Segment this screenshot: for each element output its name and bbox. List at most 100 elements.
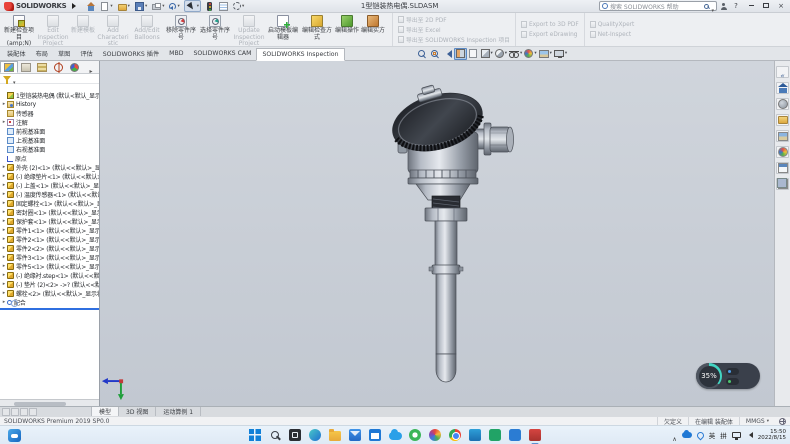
color-wheel-app-icon[interactable] [429,429,442,442]
filter-funnel-icon[interactable] [3,76,11,81]
tray-overflow-chevron-icon[interactable] [672,426,676,444]
new-inspection-project-button[interactable]: 新建检查项目 (amp;N) [2,13,36,46]
tree-root-assembly[interactable]: 1型铠装热电偶 (默认<默认_显示状态-1 [0,91,99,100]
tree-item[interactable]: History [0,100,99,109]
help-search-box[interactable]: 搜索 SOLIDWORKS 帮助 [599,1,717,11]
graphics-viewport[interactable]: 35% [100,61,774,406]
tree-item[interactable]: 前视基准面 [0,127,99,136]
mail-icon[interactable] [349,429,362,442]
doc-tab-motion-study-1[interactable]: 运动算例 1 [156,407,201,416]
tree-item[interactable]: (-) 温度传感器<1> (默认<<默认>_ [0,190,99,199]
tab-scroll-first-button[interactable] [2,408,10,416]
app-blue-w-icon[interactable] [509,429,522,442]
options-icon[interactable] [232,0,245,12]
update-inspection-project-button[interactable]: Update Inspection Project [232,13,266,46]
file-explorer-icon[interactable] [329,429,342,442]
taskpane-design-library-tab[interactable] [776,98,789,110]
new-document-icon[interactable] [99,0,113,12]
zoom-fit-button[interactable] [415,48,428,60]
select-icon[interactable] [184,0,201,12]
dynamic-annotation-button[interactable] [467,48,480,60]
home-icon[interactable] [85,0,96,12]
doc-tab-3d-views[interactable]: 3D 视图 [119,407,156,416]
tab-addins[interactable]: SOLIDWORKS 插件 [98,47,164,60]
ime-language-indicator[interactable]: 英 [709,430,716,440]
globe-status-icon[interactable] [779,418,786,425]
taskpane-appearances-tab[interactable] [776,146,789,158]
tree-item[interactable]: 外壳 (2)<1> (默认<<默认>_显示状 [0,163,99,172]
display-style-button[interactable] [494,48,508,60]
edit-appearance-button[interactable] [523,48,537,60]
units-selector[interactable]: MMGS [739,417,775,425]
open-icon[interactable] [117,0,131,12]
app-blue-book-icon[interactable] [469,429,482,442]
view-settings-button[interactable] [553,48,568,60]
onedrive-tray-icon[interactable] [682,432,692,438]
edit-operation-button[interactable]: 编辑操作 [334,13,360,46]
task-view-icon[interactable] [289,429,302,442]
tree-item[interactable]: (-) 垫片 (2)<2> ->? (默认<<默认> [0,280,99,289]
ime-mode-indicator[interactable]: 拼 [720,430,727,440]
edit-inspection-method-button[interactable]: 编辑检查方式 [300,13,334,46]
tab-mbd[interactable]: MBD [164,47,188,60]
taskpane-collapse-button[interactable] [776,66,789,78]
tree-item-mates[interactable]: 配合 [0,298,99,307]
select-balloons-button[interactable]: 选择零件序号 [198,13,232,46]
edge-icon[interactable] [309,429,322,442]
rollback-bar[interactable] [0,308,99,310]
model-thermocouple[interactable] [388,82,518,387]
menu-flyout-icon[interactable] [72,3,79,9]
tree-item[interactable]: (-) 上盖<1> (默认<<默认>_显示状 [0,181,99,190]
app-green-s-icon[interactable] [489,429,502,442]
taskpane-forum-tab[interactable] [776,178,789,190]
net-inspect-button[interactable]: Net-Inspect [590,30,635,39]
location-icon[interactable] [695,430,705,440]
save-icon[interactable] [134,0,148,12]
displaymanager-tab[interactable] [67,61,83,73]
tab-scroll-prev-button[interactable] [11,408,19,416]
section-view-button[interactable] [454,48,467,60]
qualityxpert-button[interactable]: QualityXpert [590,20,635,29]
dimxpertmanager-tab[interactable] [51,61,67,73]
search-taskbar-icon[interactable] [269,429,282,442]
rebuild-icon[interactable] [204,0,215,12]
export-3d-pdf-button[interactable]: Export to 3D PDF [521,20,579,29]
store-icon[interactable] [369,429,382,442]
export-edrawing-button[interactable]: Export eDrawing [521,30,579,39]
taskpane-resources-tab[interactable] [776,82,789,94]
tree-item[interactable]: 固定螺栓<1> (默认<<默认>_显示 [0,199,99,208]
tab-sketch[interactable]: 草图 [53,47,75,60]
panel-horizontal-scrollbar[interactable] [0,399,99,406]
configurationmanager-tab[interactable] [34,61,50,73]
propertymanager-tab[interactable] [18,61,34,73]
tab-evaluate[interactable]: 评估 [75,47,97,60]
edit-vendor-button[interactable]: 编辑实方 [360,13,386,46]
tab-scroll-next-button[interactable] [20,408,28,416]
minimize-button[interactable] [745,0,757,13]
start-button[interactable] [249,429,262,442]
tree-item[interactable]: 零件2<2> (默认<<默认>_显示状 [0,244,99,253]
tab-layout[interactable]: 布局 [31,47,53,60]
help-button[interactable]: ? [730,0,742,13]
doc-tab-model[interactable]: 模型 [91,407,119,416]
volume-icon[interactable] [746,432,753,438]
solidworks-taskbar-icon[interactable] [529,429,542,442]
tree-item[interactable]: 螺栓<2> (默认<<默认>_显示状态 [0,289,99,298]
search-icon[interactable] [704,4,709,9]
print-icon[interactable] [151,0,165,12]
add-edit-balloons-button[interactable]: Add/Edit Balloons [130,13,164,46]
app-green-icon[interactable] [409,429,422,442]
restore-button[interactable] [760,0,772,13]
tree-item[interactable]: 零件5<1> (默认<<默认>_显示状 [0,262,99,271]
close-button[interactable]: × [775,0,787,13]
view-orientation-button[interactable] [480,48,494,60]
tree-item[interactable]: 零件2<1> (默认<<默认>_显示状 [0,235,99,244]
user-account-icon[interactable] [720,3,727,10]
launch-template-editor-button[interactable]: 启动模板编辑器 [266,13,300,46]
onedrive-icon[interactable] [389,429,402,442]
tab-assembly[interactable]: 装配体 [2,47,31,60]
taskbar-clock[interactable]: 15:50 2022/8/15 [758,429,786,442]
tree-item[interactable]: 上视基准面 [0,136,99,145]
tree-item[interactable]: 保护套<1> (默认<<默认>_显示状 [0,217,99,226]
search-caret-icon[interactable] [711,0,714,16]
